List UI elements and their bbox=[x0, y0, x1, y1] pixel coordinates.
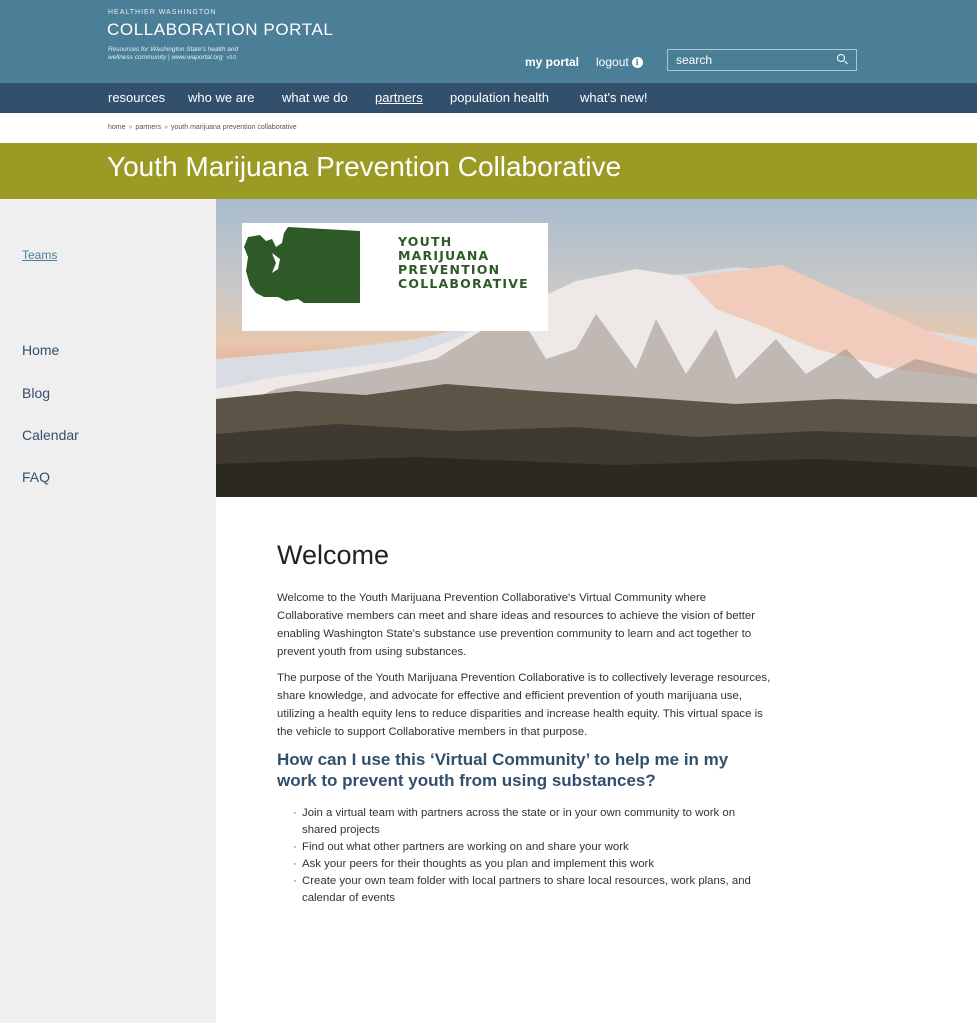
main-nav: resources who we are what we do partners… bbox=[0, 83, 977, 113]
site-tagline: Resources for Washington State's health … bbox=[108, 46, 338, 62]
page-title: Youth Marijuana Prevention Collaborative bbox=[107, 151, 622, 182]
breadcrumb-separator: » bbox=[128, 124, 133, 131]
logout-label[interactable]: logout bbox=[596, 55, 629, 69]
breadcrumb: home» partners» youth marijuana prevention… bbox=[108, 124, 297, 131]
nav-whats-new[interactable]: what's new! bbox=[580, 90, 648, 105]
search-box[interactable] bbox=[667, 49, 857, 71]
nav-resources[interactable]: resources bbox=[108, 90, 165, 105]
logo-line-3: PREVENTION bbox=[398, 262, 501, 277]
list-item: Find out what other partners are working… bbox=[293, 839, 772, 856]
page-title-band: Youth Marijuana Prevention Collaborative bbox=[0, 143, 977, 199]
my-portal-link[interactable]: my portal bbox=[525, 55, 579, 69]
main-content: Welcome Welcome to the Youth Marijuana P… bbox=[277, 540, 772, 907]
nav-population-health[interactable]: population health bbox=[450, 90, 549, 105]
site-logo-subtitle[interactable]: HEALTHIER WASHINGTON bbox=[108, 9, 217, 16]
sidebar-item-blog[interactable]: Blog bbox=[22, 385, 50, 401]
how-to-use-list: Join a virtual team with partners across… bbox=[277, 805, 772, 907]
list-item: Ask your peers for their thoughts as you… bbox=[293, 856, 772, 873]
nav-who-we-are[interactable]: who we are bbox=[188, 90, 254, 105]
breadcrumb-home[interactable]: home bbox=[108, 124, 126, 131]
nav-what-we-do[interactable]: what we do bbox=[282, 90, 348, 105]
list-item: Create your own team folder with local p… bbox=[293, 873, 772, 907]
washington-map-icon bbox=[244, 227, 360, 303]
sidebar-item-calendar[interactable]: Calendar bbox=[22, 427, 79, 443]
sidebar-teams-link[interactable]: Teams bbox=[22, 248, 57, 262]
sidebar-item-faq[interactable]: FAQ bbox=[22, 469, 50, 485]
search-icon[interactable] bbox=[837, 54, 848, 65]
list-item: Join a virtual team with partners across… bbox=[293, 805, 772, 839]
sidebar: Teams Home Blog Calendar FAQ bbox=[0, 199, 216, 1023]
sidebar-item-home[interactable]: Home bbox=[22, 342, 59, 358]
collaborative-logo-text: YOUTH MARIJUANA PREVENTION COLLABORATIVE bbox=[398, 235, 529, 291]
purpose-paragraph: The purpose of the Youth Marijuana Preve… bbox=[277, 672, 771, 738]
info-icon[interactable]: i bbox=[631, 57, 643, 68]
site-header: HEALTHIER WASHINGTON COLLABORATION PORTA… bbox=[0, 0, 977, 83]
breadcrumb-partners[interactable]: partners bbox=[135, 124, 161, 131]
site-tagline-line1: Resources for Washington State's health … bbox=[108, 46, 239, 53]
intro-paragraph: Welcome to the Youth Marijuana Preventio… bbox=[277, 592, 756, 658]
collaborative-logo: YOUTH MARIJUANA PREVENTION COLLABORATIVE bbox=[242, 223, 548, 331]
nav-partners[interactable]: partners bbox=[375, 90, 423, 105]
how-to-use-heading: How can I use this ‘Virtual Community’ t… bbox=[277, 750, 729, 790]
breadcrumb-current: youth marijuana prevention collaborative bbox=[171, 124, 297, 131]
site-tagline-line2-text: wellness community | www.waportal.org bbox=[108, 53, 223, 61]
site-logo-title[interactable]: COLLABORATION PORTAL bbox=[107, 20, 333, 40]
breadcrumb-separator: » bbox=[164, 124, 169, 131]
welcome-heading: Welcome bbox=[277, 540, 390, 570]
logout-link[interactable]: logout i bbox=[596, 55, 643, 69]
version-label: v3.0 bbox=[226, 54, 237, 61]
search-input[interactable] bbox=[676, 51, 826, 69]
logo-line-2: MARIJUANA bbox=[398, 248, 490, 263]
hero-banner: YOUTH MARIJUANA PREVENTION COLLABORATIVE bbox=[216, 199, 977, 497]
site-tagline-line2: wellness community | www.waportal.org v3.… bbox=[108, 54, 338, 63]
logo-line-4: COLLABORATIVE bbox=[398, 276, 529, 291]
logo-line-1: YOUTH bbox=[398, 234, 453, 249]
